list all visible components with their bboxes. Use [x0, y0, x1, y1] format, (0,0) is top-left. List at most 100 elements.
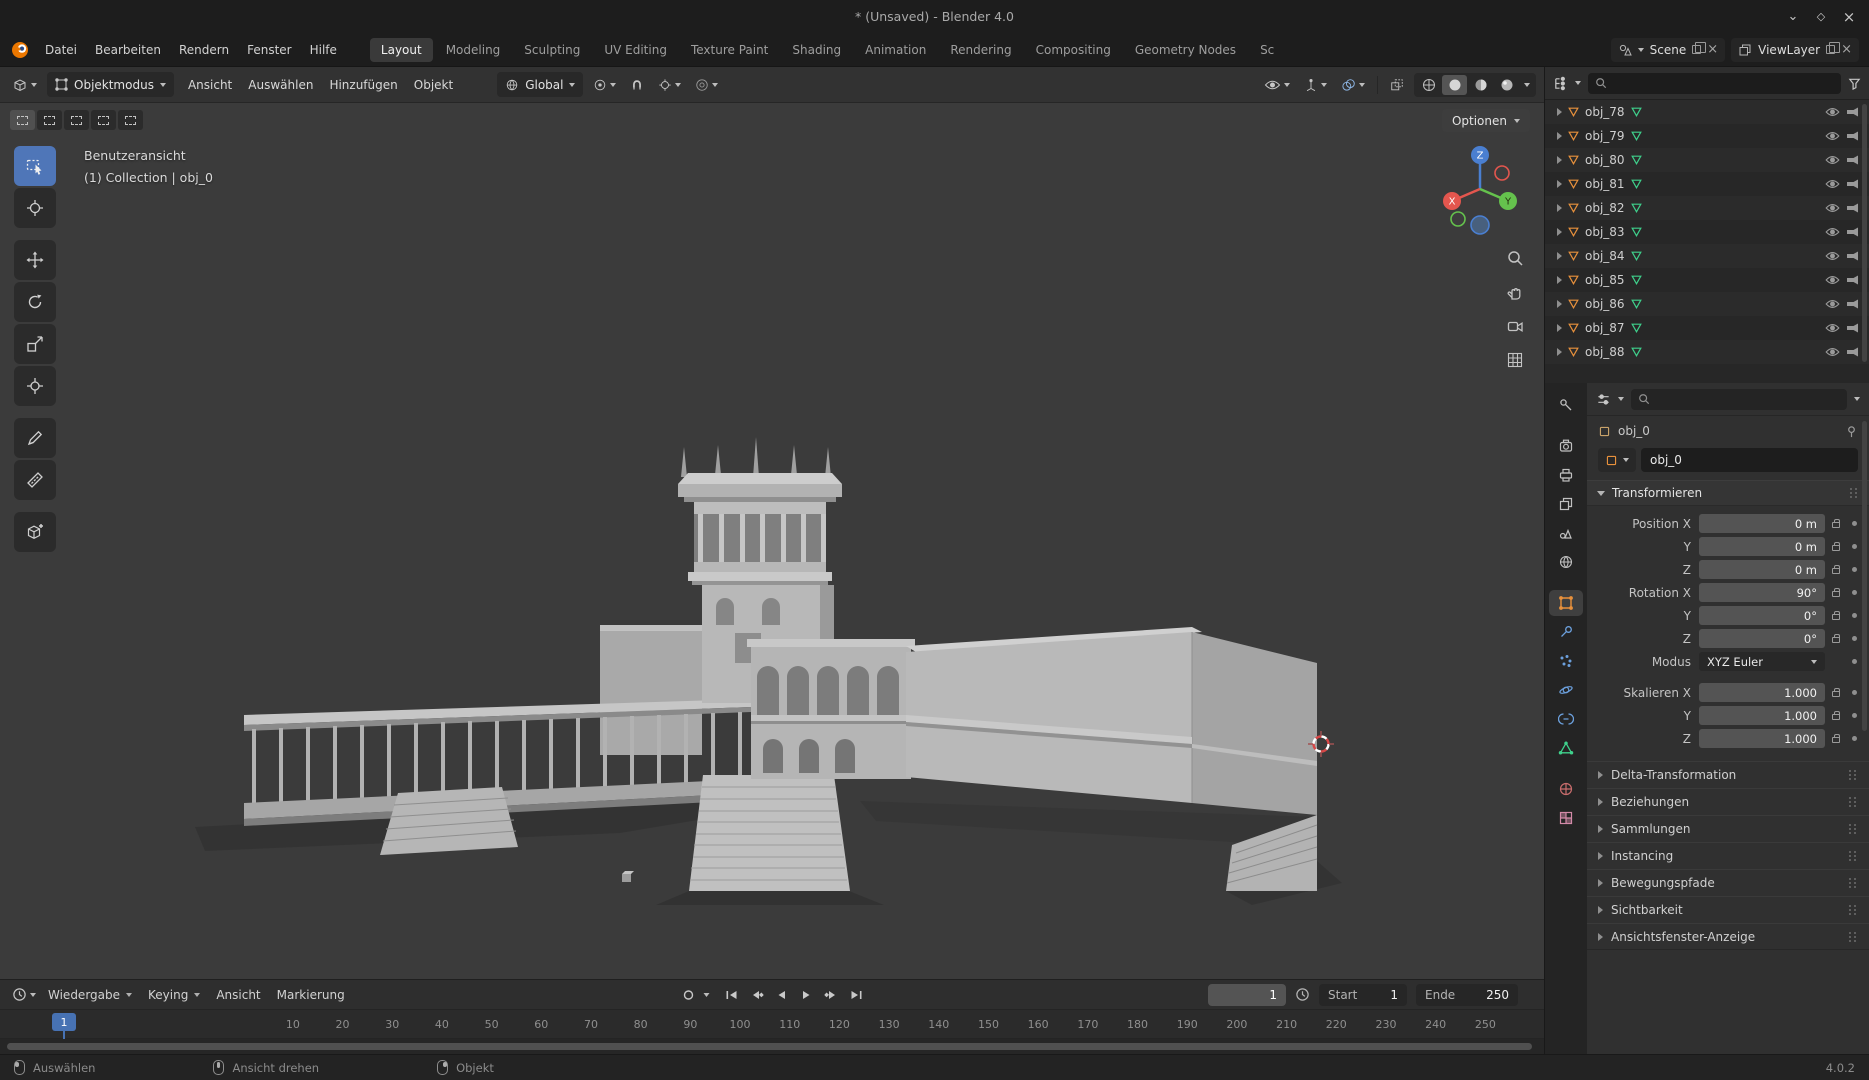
animate-dot-icon[interactable]: [1852, 713, 1857, 718]
pan-hand-icon[interactable]: [1506, 283, 1524, 301]
drag-handle-icon[interactable]: [1848, 823, 1858, 835]
collapsed-panel-header[interactable]: Sichtbarkeit: [1587, 896, 1869, 923]
outliner-row[interactable]: obj_79: [1545, 124, 1869, 148]
outliner-row[interactable]: obj_81: [1545, 172, 1869, 196]
visibility-eye-icon[interactable]: [1825, 347, 1840, 357]
new-viewlayer-icon[interactable]: [1826, 45, 1835, 54]
properties-scrollbar[interactable]: [1862, 421, 1867, 731]
shading-rendered-button[interactable]: [1494, 75, 1519, 95]
expand-arrow-icon[interactable]: [1557, 204, 1562, 212]
clock-icon[interactable]: [1295, 987, 1310, 1002]
object-name[interactable]: obj_88: [1585, 345, 1625, 359]
expand-arrow-icon[interactable]: [1557, 108, 1562, 116]
outliner-scrollbar[interactable]: [1862, 104, 1867, 362]
play-reverse-button[interactable]: [770, 984, 793, 1006]
workspace-tab[interactable]: Rendering: [939, 38, 1022, 62]
drag-handle-icon[interactable]: [1848, 904, 1858, 916]
tab-world[interactable]: [1549, 549, 1583, 575]
object-name[interactable]: obj_84: [1585, 249, 1625, 263]
viewport-menu-item[interactable]: Auswählen: [240, 74, 321, 96]
outliner-search-input[interactable]: [1613, 76, 1834, 90]
menu-item[interactable]: Datei: [36, 39, 86, 61]
shading-material-button[interactable]: [1468, 75, 1493, 95]
workspace-tab[interactable]: Sc: [1249, 38, 1285, 62]
transform-value-field[interactable]: 0°: [1699, 606, 1825, 625]
select-mode-intersect-button[interactable]: [118, 110, 143, 130]
tool-move-button[interactable]: [14, 240, 56, 280]
workspace-tab[interactable]: Texture Paint: [680, 38, 779, 62]
transform-panel-header[interactable]: Transformieren: [1587, 480, 1869, 506]
tab-tool[interactable]: [1549, 392, 1583, 418]
outliner-row[interactable]: obj_83: [1545, 220, 1869, 244]
transform-value-field[interactable]: 0 m: [1699, 560, 1825, 579]
menu-item[interactable]: Rendern: [170, 39, 238, 61]
pin-icon[interactable]: [1845, 425, 1858, 438]
overlays-dropdown[interactable]: [1337, 75, 1369, 95]
workspace-tab[interactable]: Layout: [370, 38, 433, 62]
expand-arrow-icon[interactable]: [1557, 180, 1562, 188]
outliner-row[interactable]: obj_87: [1545, 316, 1869, 340]
filter-funnel-icon[interactable]: [1848, 77, 1861, 90]
object-name[interactable]: obj_86: [1585, 297, 1625, 311]
viewlayer-selector[interactable]: ViewLayer: [1731, 38, 1859, 62]
close-button[interactable]: [1835, 4, 1863, 30]
timeline-menu-item[interactable]: Keying: [140, 984, 208, 1006]
transform-value-field[interactable]: 1.000: [1699, 683, 1825, 702]
select-mode-subtract-button[interactable]: [64, 110, 89, 130]
visibility-eye-icon[interactable]: [1825, 179, 1840, 189]
outliner-row[interactable]: obj_80: [1545, 148, 1869, 172]
tab-object-data[interactable]: [1549, 735, 1583, 761]
frame-end-field[interactable]: Ende 250: [1416, 984, 1518, 1006]
current-frame-field[interactable]: 1: [1208, 984, 1286, 1006]
workspace-tab[interactable]: Sculpting: [513, 38, 591, 62]
object-name[interactable]: obj_81: [1585, 177, 1625, 191]
3d-viewport[interactable]: Benutzeransicht (1) Collection | obj_0: [0, 103, 1544, 979]
transform-orientation-dropdown[interactable]: Global: [497, 72, 583, 97]
editor-type-button[interactable]: [8, 74, 41, 96]
object-name[interactable]: obj_87: [1585, 321, 1625, 335]
render-visibility-camera-icon[interactable]: [1846, 347, 1859, 357]
workspace-tab[interactable]: Modeling: [435, 38, 512, 62]
object-name[interactable]: obj_83: [1585, 225, 1625, 239]
render-visibility-camera-icon[interactable]: [1846, 107, 1859, 117]
snap-magnet-toggle[interactable]: [626, 75, 648, 95]
collapsed-panel-header[interactable]: Sammlungen: [1587, 815, 1869, 842]
animate-dot-icon[interactable]: [1852, 736, 1857, 741]
tab-physics[interactable]: [1549, 677, 1583, 703]
tab-modifiers[interactable]: [1549, 619, 1583, 645]
animate-dot-icon[interactable]: [1852, 636, 1857, 641]
render-visibility-camera-icon[interactable]: [1846, 275, 1859, 285]
render-visibility-camera-icon[interactable]: [1846, 131, 1859, 141]
properties-search[interactable]: [1631, 389, 1847, 410]
object-name[interactable]: obj_78: [1585, 105, 1625, 119]
breadcrumb-object-name[interactable]: obj_0: [1618, 424, 1650, 438]
tool-measure-button[interactable]: [14, 460, 56, 500]
tool-cursor-button[interactable]: [14, 188, 56, 228]
jump-to-start-button[interactable]: [720, 984, 743, 1006]
previous-keyframe-button[interactable]: [745, 984, 768, 1006]
expand-arrow-icon[interactable]: [1557, 300, 1562, 308]
animate-dot-icon[interactable]: [1852, 521, 1857, 526]
visibility-eye-icon[interactable]: [1825, 107, 1840, 117]
animate-dot-icon[interactable]: [1852, 544, 1857, 549]
proportional-editing-toggle[interactable]: [691, 75, 722, 95]
outliner-row[interactable]: obj_86: [1545, 292, 1869, 316]
lock-icon[interactable]: [1832, 614, 1840, 620]
object-name[interactable]: obj_80: [1585, 153, 1625, 167]
timeline-editor-type-button[interactable]: [8, 984, 40, 1005]
menu-item[interactable]: Fenster: [238, 39, 301, 61]
timeline-menu-item[interactable]: Wiedergabe: [40, 984, 140, 1006]
render-visibility-camera-icon[interactable]: [1846, 155, 1859, 165]
select-mode-new-button[interactable]: [10, 110, 35, 130]
transform-value-field[interactable]: 90°: [1699, 583, 1825, 602]
lock-icon[interactable]: [1832, 591, 1840, 597]
render-visibility-camera-icon[interactable]: [1846, 251, 1859, 261]
viewport-menu-item[interactable]: Ansicht: [180, 74, 240, 96]
minimize-button[interactable]: [1779, 4, 1807, 30]
object-name[interactable]: obj_82: [1585, 201, 1625, 215]
tab-object[interactable]: [1549, 590, 1583, 616]
viewport-menu-item[interactable]: Hinzufügen: [321, 74, 405, 96]
visibility-eye-icon[interactable]: [1825, 323, 1840, 333]
outliner-search[interactable]: [1588, 73, 1841, 94]
visibility-eye-icon[interactable]: [1825, 131, 1840, 141]
